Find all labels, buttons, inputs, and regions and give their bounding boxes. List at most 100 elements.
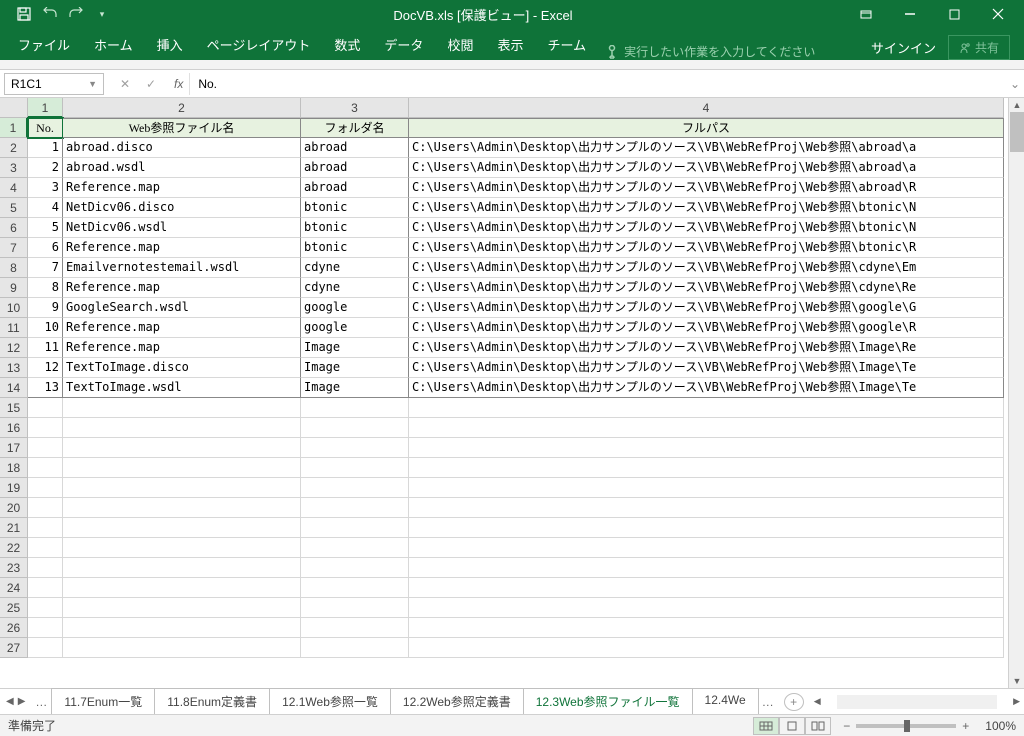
- sheet-tab[interactable]: 12.4We: [692, 688, 759, 716]
- table-cell[interactable]: 5: [28, 218, 63, 238]
- table-cell[interactable]: Reference.map: [63, 318, 301, 338]
- empty-cell[interactable]: [409, 638, 1004, 658]
- table-cell[interactable]: Image: [301, 338, 409, 358]
- row-header[interactable]: 15: [0, 398, 28, 418]
- row-header[interactable]: 24: [0, 578, 28, 598]
- table-header-cell[interactable]: フルパス: [409, 118, 1004, 138]
- empty-cell[interactable]: [409, 418, 1004, 438]
- empty-cell[interactable]: [301, 618, 409, 638]
- table-cell[interactable]: C:\Users\Admin\Desktop\出力サンプルのソース\VB\Web…: [409, 298, 1004, 318]
- tab-review[interactable]: 校閲: [435, 29, 485, 60]
- empty-cell[interactable]: [28, 638, 63, 658]
- row-header[interactable]: 5: [0, 198, 28, 218]
- column-header[interactable]: 4: [409, 98, 1004, 118]
- empty-cell[interactable]: [301, 438, 409, 458]
- empty-cell[interactable]: [28, 498, 63, 518]
- empty-cell[interactable]: [301, 638, 409, 658]
- table-header-cell[interactable]: No.: [28, 118, 63, 138]
- empty-cell[interactable]: [63, 498, 301, 518]
- table-cell[interactable]: cdyne: [301, 258, 409, 278]
- table-cell[interactable]: C:\Users\Admin\Desktop\出力サンプルのソース\VB\Web…: [409, 138, 1004, 158]
- empty-cell[interactable]: [28, 578, 63, 598]
- table-header-cell[interactable]: フォルダ名: [301, 118, 409, 138]
- scroll-down-icon[interactable]: ▼: [1010, 674, 1024, 688]
- empty-cell[interactable]: [28, 418, 63, 438]
- sheet-tab[interactable]: 12.2Web参照定義書: [390, 688, 524, 716]
- table-cell[interactable]: btonic: [301, 198, 409, 218]
- table-cell[interactable]: cdyne: [301, 278, 409, 298]
- empty-cell[interactable]: [63, 418, 301, 438]
- column-header[interactable]: 3: [301, 98, 409, 118]
- row-header[interactable]: 26: [0, 618, 28, 638]
- empty-cell[interactable]: [409, 438, 1004, 458]
- zoom-out-button[interactable]: −: [843, 719, 850, 733]
- table-cell[interactable]: Emailvernotestemail.wsdl: [63, 258, 301, 278]
- row-header[interactable]: 10: [0, 298, 28, 318]
- empty-cell[interactable]: [409, 538, 1004, 558]
- table-cell[interactable]: Image: [301, 378, 409, 398]
- cells-area[interactable]: No.Web参照ファイル名フォルダ名フルパス1abroad.discoabroa…: [28, 118, 1004, 658]
- empty-cell[interactable]: [301, 558, 409, 578]
- tell-me-search[interactable]: 実行したい作業を入力してください: [606, 43, 815, 60]
- table-cell[interactable]: abroad.disco: [63, 138, 301, 158]
- empty-cell[interactable]: [63, 398, 301, 418]
- table-cell[interactable]: C:\Users\Admin\Desktop\出力サンプルのソース\VB\Web…: [409, 378, 1004, 398]
- hscroll-left-icon[interactable]: ◀: [814, 696, 821, 707]
- empty-cell[interactable]: [301, 458, 409, 478]
- page-break-view-button[interactable]: [805, 717, 831, 735]
- vertical-scrollbar[interactable]: ▲ ▼: [1008, 98, 1024, 688]
- empty-cell[interactable]: [28, 478, 63, 498]
- table-cell[interactable]: Reference.map: [63, 178, 301, 198]
- empty-cell[interactable]: [63, 598, 301, 618]
- row-header[interactable]: 2: [0, 138, 28, 158]
- table-cell[interactable]: 2: [28, 158, 63, 178]
- row-header[interactable]: 7: [0, 238, 28, 258]
- hscroll-right-icon[interactable]: ▶: [1013, 696, 1020, 707]
- formula-input[interactable]: No.: [189, 73, 1006, 95]
- save-button[interactable]: [12, 2, 36, 26]
- add-sheet-button[interactable]: +: [784, 693, 804, 711]
- hscroll-track[interactable]: [837, 695, 997, 709]
- row-header[interactable]: 14: [0, 378, 28, 398]
- empty-cell[interactable]: [409, 518, 1004, 538]
- zoom-in-button[interactable]: +: [962, 719, 969, 733]
- scroll-up-icon[interactable]: ▲: [1010, 98, 1024, 112]
- row-header[interactable]: 8: [0, 258, 28, 278]
- empty-cell[interactable]: [409, 498, 1004, 518]
- empty-cell[interactable]: [301, 478, 409, 498]
- row-header[interactable]: 9: [0, 278, 28, 298]
- row-header[interactable]: 3: [0, 158, 28, 178]
- table-cell[interactable]: btonic: [301, 238, 409, 258]
- sheet-nav-first[interactable]: ◀: [6, 696, 14, 707]
- zoom-slider-track[interactable]: [856, 724, 956, 728]
- empty-cell[interactable]: [28, 398, 63, 418]
- tab-formulas[interactable]: 数式: [322, 29, 372, 60]
- table-cell[interactable]: C:\Users\Admin\Desktop\出力サンプルのソース\VB\Web…: [409, 258, 1004, 278]
- table-cell[interactable]: NetDicv06.wsdl: [63, 218, 301, 238]
- column-header[interactable]: 1: [28, 98, 63, 118]
- table-cell[interactable]: C:\Users\Admin\Desktop\出力サンプルのソース\VB\Web…: [409, 318, 1004, 338]
- empty-cell[interactable]: [28, 618, 63, 638]
- name-box[interactable]: R1C1 ▼: [4, 73, 104, 95]
- empty-cell[interactable]: [301, 518, 409, 538]
- sheet-tab[interactable]: 12.1Web参照一覧: [269, 688, 391, 716]
- empty-cell[interactable]: [409, 478, 1004, 498]
- empty-cell[interactable]: [409, 578, 1004, 598]
- table-cell[interactable]: abroad: [301, 178, 409, 198]
- tab-view[interactable]: 表示: [485, 29, 535, 60]
- zoom-level[interactable]: 100%: [985, 719, 1016, 733]
- table-cell[interactable]: C:\Users\Admin\Desktop\出力サンプルのソース\VB\Web…: [409, 278, 1004, 298]
- fx-icon[interactable]: fx: [168, 77, 189, 91]
- table-cell[interactable]: 8: [28, 278, 63, 298]
- tab-home[interactable]: ホーム: [82, 29, 145, 60]
- table-cell[interactable]: 10: [28, 318, 63, 338]
- row-header[interactable]: 6: [0, 218, 28, 238]
- tab-page-layout[interactable]: ページレイアウト: [195, 29, 323, 60]
- table-cell[interactable]: google: [301, 318, 409, 338]
- row-header[interactable]: 27: [0, 638, 28, 658]
- table-cell[interactable]: btonic: [301, 218, 409, 238]
- enter-formula-button[interactable]: ✓: [140, 73, 162, 95]
- empty-cell[interactable]: [409, 598, 1004, 618]
- ribbon-display-button[interactable]: [844, 0, 888, 28]
- sheet-nav-prev[interactable]: ▶: [18, 696, 26, 707]
